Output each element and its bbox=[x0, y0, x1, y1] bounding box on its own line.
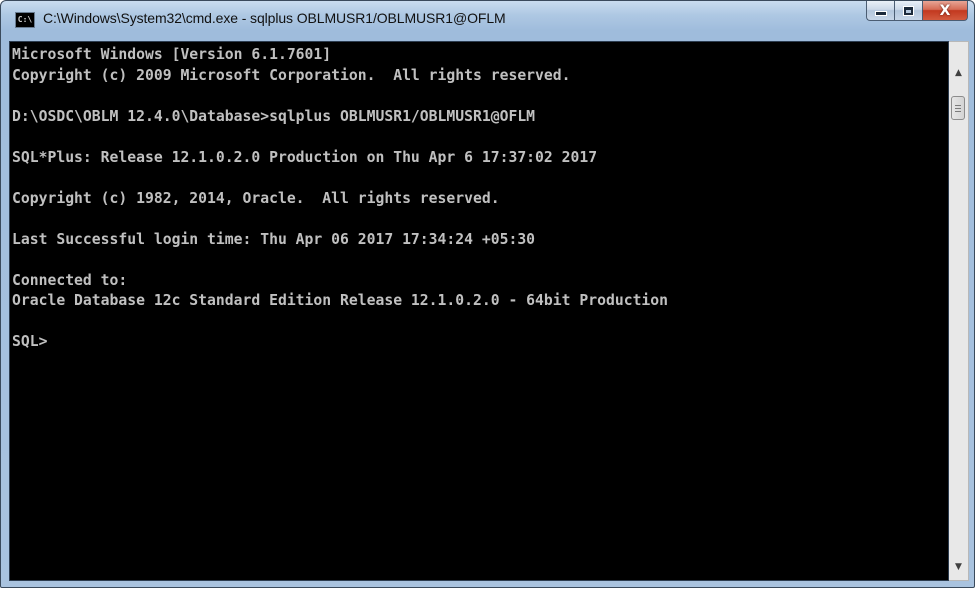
vertical-scrollbar[interactable]: ▲ ▼ bbox=[949, 41, 969, 581]
thumb-grip-line bbox=[955, 105, 961, 106]
console-line: Copyright (c) 1982, 2014, Oracle. All ri… bbox=[12, 188, 500, 207]
console-line: Microsoft Windows [Version 6.1.7601] bbox=[12, 45, 332, 63]
maximize-icon bbox=[903, 5, 914, 16]
thumb-grip-line bbox=[955, 111, 961, 112]
scroll-down-arrow-icon[interactable]: ▼ bbox=[949, 556, 968, 578]
console-line: D:\OSDC\OBLM 12.4.0\Database>sqlplus OBL… bbox=[12, 106, 536, 125]
minimize-icon bbox=[874, 11, 887, 16]
close-icon: X bbox=[939, 2, 951, 19]
caption-buttons: X bbox=[866, 1, 968, 21]
scroll-up-arrow-icon[interactable]: ▲ bbox=[949, 62, 968, 84]
console-lines: Microsoft Windows [Version 6.1.7601] Copy… bbox=[12, 44, 703, 352]
minimize-button[interactable] bbox=[866, 1, 894, 21]
close-button[interactable]: X bbox=[922, 1, 968, 21]
window-title: C:\Windows\System32\cmd.exe - sqlplus OB… bbox=[43, 10, 506, 26]
console-line: SQL> bbox=[12, 332, 48, 350]
console-line: Copyright (c) 2009 Microsoft Corporation… bbox=[12, 65, 571, 84]
thumb-grip-line bbox=[955, 108, 961, 109]
scrollbar-thumb[interactable] bbox=[951, 96, 965, 120]
console-app-icon[interactable]: C:\ bbox=[15, 12, 35, 28]
title-bar[interactable]: C:\ C:\Windows\System32\cmd.exe - sqlplu… bbox=[1, 1, 974, 41]
maximize-button[interactable] bbox=[894, 1, 922, 21]
console-line: Connected to: bbox=[12, 270, 128, 289]
console-line: SQL*Plus: Release 12.1.0.2.0 Production … bbox=[12, 147, 598, 166]
console-line: Last Successful login time: Thu Apr 06 2… bbox=[12, 229, 536, 248]
console-line: Oracle Database 12c Standard Edition Rel… bbox=[12, 291, 669, 309]
console-output[interactable]: Microsoft Windows [Version 6.1.7601] Copy… bbox=[9, 41, 949, 581]
cmd-window: C:\ C:\Windows\System32\cmd.exe - sqlplu… bbox=[0, 0, 975, 588]
